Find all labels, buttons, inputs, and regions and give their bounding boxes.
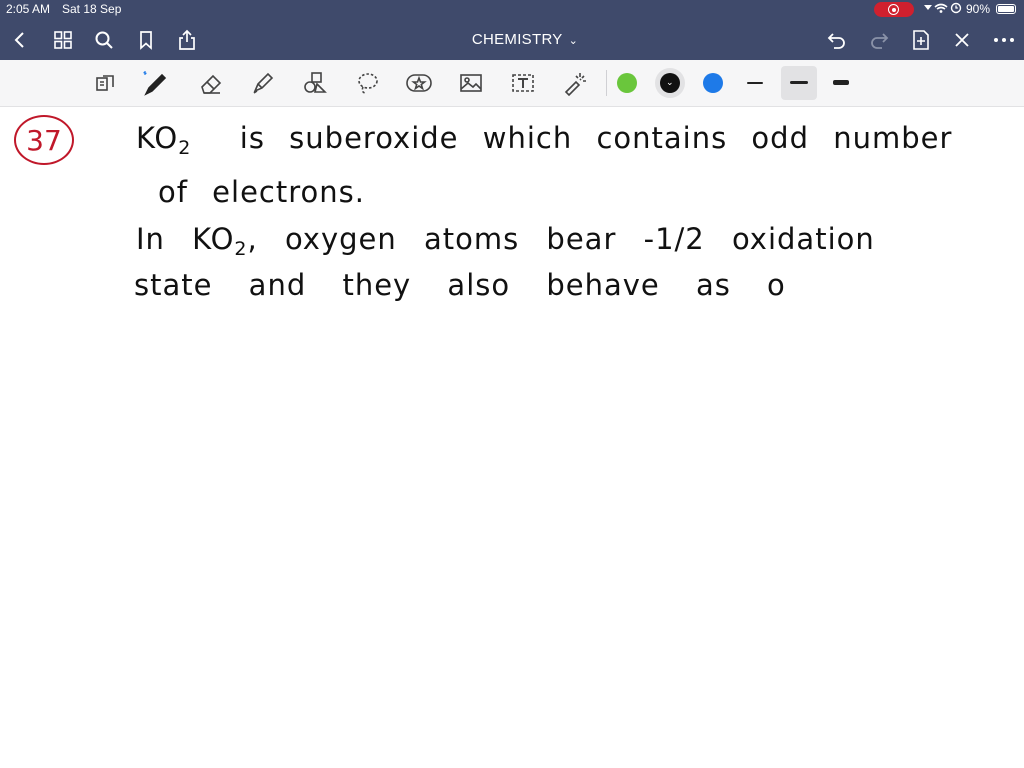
more-button[interactable] — [992, 28, 1016, 52]
color-swatch-blue[interactable] — [703, 73, 723, 93]
close-button[interactable] — [950, 28, 974, 52]
add-page-button[interactable] — [909, 28, 933, 52]
undo-icon — [827, 33, 845, 49]
back-button[interactable] — [8, 28, 32, 52]
search-button[interactable] — [92, 28, 116, 52]
stroke-thin[interactable] — [747, 82, 763, 84]
toolbar-divider — [606, 70, 607, 96]
chevron-down-icon: ⌄ — [666, 77, 674, 87]
thumbnails-button[interactable] — [51, 28, 75, 52]
close-icon — [955, 33, 969, 47]
image-icon — [460, 74, 482, 92]
lasso-tool[interactable] — [353, 68, 383, 98]
color-swatch-green[interactable] — [617, 73, 637, 93]
handwriting-line-3: In KO2, oxygen atoms bear -1/2 oxidation — [136, 222, 875, 260]
notebook-title[interactable]: CHEMISTRY ⌄ — [440, 31, 610, 48]
shapes-tool[interactable] — [300, 68, 330, 98]
handwriting-line-2: of electrons. — [158, 175, 365, 209]
battery-icon — [996, 4, 1016, 14]
redo-button[interactable] — [867, 28, 891, 52]
stroke-thick[interactable] — [833, 80, 849, 85]
chevron-left-icon — [14, 32, 24, 48]
handwriting-line-1: KO2 is suberoxide which contains odd num… — [136, 121, 953, 159]
bookmark-icon — [140, 31, 152, 50]
status-icons — [922, 1, 962, 18]
share-button[interactable] — [175, 28, 199, 52]
battery-percent: 90% — [966, 2, 991, 16]
page-flip-tool[interactable] — [90, 68, 120, 98]
sticker-icon — [406, 74, 432, 92]
laser-pointer-icon — [564, 73, 586, 96]
eraser-tool[interactable] — [196, 68, 226, 98]
page-flip-icon — [96, 75, 114, 91]
status-time: 2:05 AM — [6, 2, 51, 16]
chevron-down-icon: ⌄ — [568, 35, 579, 47]
text-tool[interactable] — [508, 68, 538, 98]
highlighter-icon — [253, 72, 274, 94]
handwriting-line-4: state and they also behave as o — [134, 268, 786, 302]
question-number-badge: 37 — [14, 115, 74, 165]
color-swatch-black[interactable]: ⌄ — [660, 73, 680, 93]
add-page-icon — [913, 30, 929, 50]
sticker-tool[interactable] — [404, 68, 434, 98]
laser-pointer-tool[interactable] — [560, 68, 590, 98]
text-icon — [512, 74, 534, 92]
screen-recording-indicator[interactable] — [874, 2, 914, 17]
eraser-icon — [201, 74, 222, 94]
bookmark-button[interactable] — [134, 28, 158, 52]
top-bar: 2:05 AM Sat 18 Sep 90% CHEMISTRY ⌄ — [0, 0, 1024, 60]
signal-wifi-icon — [924, 2, 962, 14]
highlighter-tool[interactable] — [248, 68, 278, 98]
pen-toolbar: ⌄ — [0, 60, 1024, 107]
search-icon — [95, 31, 113, 49]
status-date: Sat 18 Sep — [62, 2, 122, 16]
lasso-icon — [358, 73, 378, 94]
shapes-icon — [304, 72, 327, 93]
undo-button[interactable] — [825, 28, 849, 52]
pen-tool[interactable] — [141, 68, 171, 98]
note-page[interactable] — [0, 107, 1024, 768]
redo-icon — [871, 33, 889, 49]
grid-icon — [54, 31, 72, 49]
image-tool[interactable] — [456, 68, 486, 98]
pen-icon — [143, 71, 167, 96]
share-icon — [179, 29, 195, 50]
more-icon — [994, 38, 1014, 42]
stroke-medium[interactable] — [790, 81, 808, 84]
